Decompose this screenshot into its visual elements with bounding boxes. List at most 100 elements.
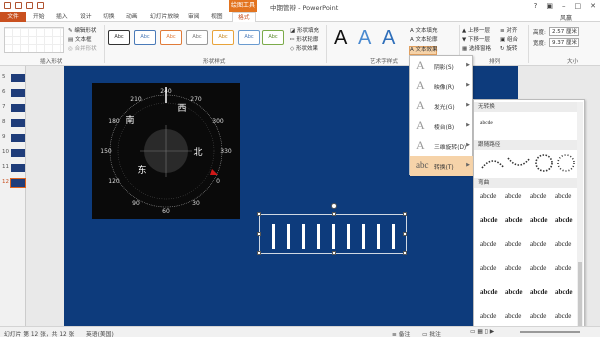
selection-pane-button[interactable]: ▦ 选择窗格 [462,44,491,52]
warp-option[interactable]: abcde [555,192,571,200]
shape-effects-button[interactable]: ◇ 形状效果 [290,44,318,52]
compass-image[interactable]: 240 270 300 330 0 30 60 90 120 150 180 210 南 西北东 [92,83,240,219]
group-button[interactable]: ▣ 组合 [500,35,518,43]
normal-view-icon[interactable]: ▭ [470,329,475,335]
shape-outline-button[interactable]: ✏ 形状轮廓 [290,35,318,43]
rotate-button[interactable]: ↻ 旋转 [500,44,517,52]
resize-handle[interactable] [403,232,407,236]
reading-view-icon[interactable]: ▯ [485,329,488,335]
shape-style-3[interactable]: Abc [160,30,182,45]
warp-option[interactable]: abcde [480,264,496,272]
warp-option[interactable]: abcde [505,312,521,320]
menu-item-glow[interactable]: A 发光(G) ▶ [410,96,474,116]
warp-option[interactable]: abcde [505,264,521,272]
no-transform-option[interactable]: abcde [480,120,493,126]
align-button[interactable]: ≡ 对齐 [500,26,517,34]
warp-option[interactable]: abcde [530,240,546,248]
shape-style-2[interactable]: Abc [134,30,156,45]
bring-forward-button[interactable]: ▲ 上移一层 [462,26,490,34]
warp-option[interactable]: abcde [555,288,573,296]
warp-option[interactable]: abcde [505,288,523,296]
undo-icon[interactable] [15,2,22,9]
tab-animations[interactable]: 动画 [126,12,138,22]
redo-icon[interactable] [26,2,33,9]
tab-transitions[interactable]: 切换 [103,12,115,22]
resize-handle[interactable] [332,251,336,255]
warp-option[interactable]: abcde [480,312,496,320]
warp-option[interactable]: abcde [555,216,573,224]
slide-thumbnail[interactable]: 5 [0,73,26,83]
notes-button[interactable]: ≡ 备注 [392,329,410,337]
view-buttons[interactable]: ▭ ▦ ▯ ▶ [470,329,494,335]
user-name[interactable]: 风赢 [560,13,572,22]
warp-option[interactable]: abcde [530,264,546,272]
maximize-icon[interactable]: □ [575,2,582,10]
slide-thumbnail[interactable]: 8 [0,118,26,128]
save-icon[interactable] [4,2,11,9]
menu-item-shadow[interactable]: A 阴影(S) ▶ [410,56,474,76]
text-effects-button[interactable]: A 文本效果 [410,45,438,53]
wordart-style-blue[interactable]: A [358,27,371,50]
text-outline-button[interactable]: A 文本轮廓 [410,35,438,43]
comments-button[interactable]: ▭ 批注 [422,329,441,337]
text-box-button[interactable]: ▤ 文本框 [68,35,91,43]
tab-home[interactable]: 开始 [33,12,45,22]
resize-handle[interactable] [403,212,407,216]
wordart-style-black[interactable]: A [334,27,347,50]
slide-thumbnail[interactable]: 10 [0,148,26,158]
warp-option[interactable]: abcde [530,216,548,224]
height-input[interactable]: 2.57 厘米 [549,27,579,36]
warp-option[interactable]: abcde [480,240,496,248]
start-slideshow-icon[interactable] [37,2,44,9]
warp-option[interactable]: abcde [505,240,521,248]
tab-insert[interactable]: 插入 [56,12,68,22]
tab-file[interactable]: 文件 [0,12,26,22]
slide-thumbnail[interactable]: 6 [0,88,26,98]
zoom-slider[interactable] [520,331,580,333]
shape-style-6[interactable]: Abc [238,30,260,45]
resize-handle[interactable] [257,212,261,216]
text-fill-button[interactable]: A 文本填充 [410,26,438,34]
warp-option[interactable]: abcde [530,312,546,320]
wordart-style-outline[interactable]: A [382,27,395,50]
warp-option[interactable]: abcde [480,288,498,296]
width-input[interactable]: 9.37 厘米 [549,38,579,47]
menu-item-3d-rotation[interactable]: A 三维旋转(D) ▶ [410,136,474,156]
selected-text-box[interactable] [257,203,407,255]
gallery-scrollbar[interactable] [577,102,583,330]
follow-path-options[interactable] [478,152,578,174]
ribbon-display-icon[interactable]: ▣ [546,2,553,10]
resize-handle[interactable] [257,232,261,236]
slide-thumbnail-selected[interactable]: 12 [0,178,26,188]
warp-option[interactable]: abcde [505,192,521,200]
warp-option[interactable]: abcde [530,288,548,296]
tab-format[interactable]: 格式 [232,12,256,22]
shape-style-7[interactable]: Abc [262,30,284,45]
warp-option[interactable]: abcde [555,240,571,248]
slideshow-view-icon[interactable]: ▶ [490,329,494,335]
minimize-icon[interactable]: – [562,2,566,10]
shape-gallery[interactable] [4,27,64,53]
resize-handle[interactable] [257,251,261,255]
language-indicator[interactable]: 英语(美国) [86,329,114,337]
warp-option[interactable]: abcde [480,216,498,224]
menu-item-transform[interactable]: abc 转换(T) ▶ [410,156,474,176]
shape-style-5[interactable]: Abc [212,30,234,45]
shape-fill-button[interactable]: ◪ 形状填充 [290,26,319,34]
shape-style-1[interactable]: Abc [108,30,130,45]
warp-option[interactable]: abcde [505,216,523,224]
scrollbar-thumb[interactable] [578,262,582,326]
sorter-view-icon[interactable]: ▦ [477,329,482,335]
resize-handle[interactable] [403,251,407,255]
tab-design[interactable]: 设计 [80,12,92,22]
merge-shapes-button[interactable]: ◎ 合并形状 [68,44,97,52]
warp-option[interactable]: abcde [555,312,571,320]
tab-review[interactable]: 审阅 [188,12,200,22]
tab-view[interactable]: 视图 [211,12,223,22]
slide-thumbnail[interactable]: 9 [0,133,26,143]
menu-item-reflection[interactable]: A 映像(R) ▶ [410,76,474,96]
rotation-handle[interactable] [331,203,337,209]
warp-option[interactable]: abcde [480,192,496,200]
menu-item-bevel[interactable]: A 棱台(B) ▶ [410,116,474,136]
resize-handle[interactable] [332,212,336,216]
